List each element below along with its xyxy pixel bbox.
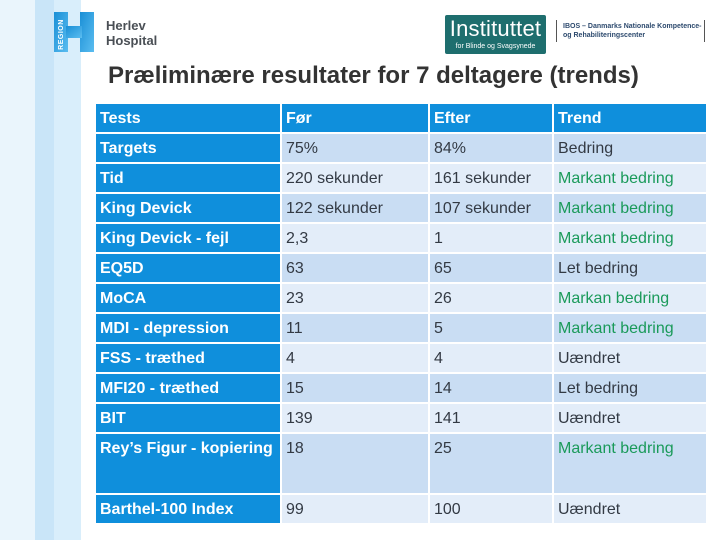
test-name-cell: Rey’s Figur - kopiering xyxy=(96,434,280,493)
after-value-cell: 14 xyxy=(430,374,552,402)
after-value-cell: 100 xyxy=(430,495,552,523)
table-row: MDI - depression 11 5 Markant bedring xyxy=(96,314,706,342)
before-value-cell: 23 xyxy=(282,284,428,312)
background-stripe xyxy=(54,0,81,540)
trend-cell: Markant bedring xyxy=(554,314,706,342)
column-header-trend: Trend xyxy=(554,104,706,132)
test-name-cell: MFI20 - træthed xyxy=(96,374,280,402)
after-value-cell: 26 xyxy=(430,284,552,312)
hospital-name: Herlev Hospital xyxy=(106,18,158,48)
after-value-cell: 84% xyxy=(430,134,552,162)
after-value-cell: 107 sekunder xyxy=(430,194,552,222)
table-header-row: Tests Før Efter Trend xyxy=(96,104,706,132)
table-row: King Devick - fejl 2,3 1 Markant bedring xyxy=(96,224,706,252)
region-logo: REGION xyxy=(54,12,94,52)
background-stripe xyxy=(35,0,54,540)
before-value-cell: 122 sekunder xyxy=(282,194,428,222)
trend-cell: Let bedring xyxy=(554,254,706,282)
table-row: BIT 139 141 Uændret xyxy=(96,404,706,432)
table-row: Rey’s Figur - kopiering 18 25 Markant bedri… xyxy=(96,434,706,493)
after-value-cell: 4 xyxy=(430,344,552,372)
ibos-label: IBOS – Danmarks Nationale Kompetence- og… xyxy=(563,23,702,39)
before-value-cell: 75% xyxy=(282,134,428,162)
table-row: King Devick 122 sekunder 107 sekunder Marka… xyxy=(96,194,706,222)
test-name-cell: King Devick xyxy=(96,194,280,222)
trend-cell: Markant bedring xyxy=(554,224,706,252)
before-value-cell: 2,3 xyxy=(282,224,428,252)
before-value-cell: 15 xyxy=(282,374,428,402)
test-name-cell: King Devick - fejl xyxy=(96,224,280,252)
trend-cell: Let bedring xyxy=(554,374,706,402)
institute-subtitle: for Blinde og Svagsynede xyxy=(455,43,536,50)
trend-cell: Uændret xyxy=(554,344,706,372)
trend-cell: Markan bedring xyxy=(554,284,706,312)
before-value-cell: 220 sekunder xyxy=(282,164,428,192)
divider xyxy=(556,20,557,42)
after-value-cell: 161 sekunder xyxy=(430,164,552,192)
table-row: EQ5D 63 65 Let bedring xyxy=(96,254,706,282)
before-value-cell: 4 xyxy=(282,344,428,372)
results-table: Tests Før Efter Trend Targets 75% 84% Bedri… xyxy=(94,102,708,525)
before-value-cell: 11 xyxy=(282,314,428,342)
column-header-tests: Tests xyxy=(96,104,280,132)
trend-cell: Markant bedring xyxy=(554,194,706,222)
test-name-cell: FSS - træthed xyxy=(96,344,280,372)
region-label: REGION xyxy=(57,18,65,50)
before-value-cell: 139 xyxy=(282,404,428,432)
page-title: Præliminære resultater for 7 deltagere (… xyxy=(108,62,639,89)
after-value-cell: 25 xyxy=(430,434,552,493)
test-name-cell: MDI - depression xyxy=(96,314,280,342)
institute-title: Instituttet xyxy=(449,16,542,41)
test-name-cell: MoCA xyxy=(96,284,280,312)
column-header-after: Efter xyxy=(430,104,552,132)
table-row: Targets 75% 84% Bedring xyxy=(96,134,706,162)
trend-cell: Bedring xyxy=(554,134,706,162)
after-value-cell: 1 xyxy=(430,224,552,252)
trend-cell: Markant bedring xyxy=(554,434,706,493)
after-value-cell: 5 xyxy=(430,314,552,342)
trend-cell: Markant bedring xyxy=(554,164,706,192)
table-row: Tid 220 sekunder 161 sekunder Markant bedri… xyxy=(96,164,706,192)
test-name-cell: Barthel-100 Index xyxy=(96,495,280,523)
table-row: Barthel-100 Index 99 100 Uændret xyxy=(96,495,706,523)
table-row: FSS - træthed 4 4 Uændret xyxy=(96,344,706,372)
test-name-cell: Targets xyxy=(96,134,280,162)
trend-cell: Uændret xyxy=(554,404,706,432)
before-value-cell: 99 xyxy=(282,495,428,523)
test-name-cell: Tid xyxy=(96,164,280,192)
test-name-cell: BIT xyxy=(96,404,280,432)
institute-logo: Instituttet for Blinde og Svagsynede xyxy=(445,15,546,54)
trend-cell: Uændret xyxy=(554,495,706,523)
before-value-cell: 63 xyxy=(282,254,428,282)
divider xyxy=(704,20,705,42)
column-header-before: Før xyxy=(282,104,428,132)
test-name-cell: EQ5D xyxy=(96,254,280,282)
table-row: MFI20 - træthed 15 14 Let bedring xyxy=(96,374,706,402)
background-stripe xyxy=(0,0,35,540)
table-row: MoCA 23 26 Markan bedring xyxy=(96,284,706,312)
before-value-cell: 18 xyxy=(282,434,428,493)
after-value-cell: 141 xyxy=(430,404,552,432)
after-value-cell: 65 xyxy=(430,254,552,282)
